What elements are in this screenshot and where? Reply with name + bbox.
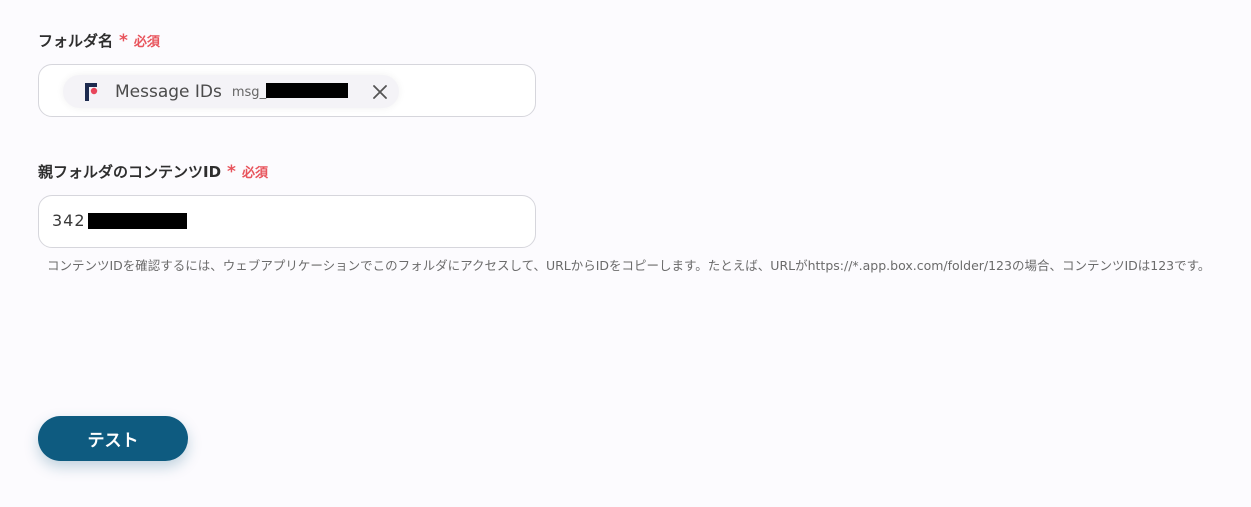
required-badge: 必須 (133, 35, 160, 50)
folder-name-label: フォルダ名 * 必須 (38, 30, 160, 51)
redacted-block (87, 212, 187, 229)
redacted-block (266, 83, 349, 98)
chip-label: Message IDs (115, 81, 222, 102)
required-star: * (119, 30, 128, 51)
parent-folder-label: 親フォルダのコンテンツID * 必須 (38, 161, 268, 182)
app-logo-icon (83, 82, 101, 102)
parent-folder-label-text: 親フォルダのコンテンツID (38, 163, 222, 181)
help-text: コンテンツIDを確認するには、ウェブアプリケーションでこのフォルダにアクセスして… (47, 258, 1211, 273)
message-ids-chip[interactable]: Message IDs msg_ (63, 75, 399, 108)
parent-folder-id-value: 342 (52, 211, 187, 230)
folder-name-label-text: フォルダ名 (38, 32, 114, 50)
id-value-prefix: 342 (52, 211, 86, 230)
required-badge: 必須 (241, 166, 268, 181)
test-button[interactable]: テスト (38, 416, 188, 461)
chip-value-prefix: msg_ (231, 85, 267, 100)
folder-name-field[interactable]: Message IDs msg_ (38, 64, 536, 117)
parent-folder-id-input[interactable]: 342 (38, 195, 536, 248)
required-star: * (227, 161, 236, 182)
chip-value: msg_ (231, 83, 349, 100)
close-icon[interactable] (371, 83, 389, 101)
